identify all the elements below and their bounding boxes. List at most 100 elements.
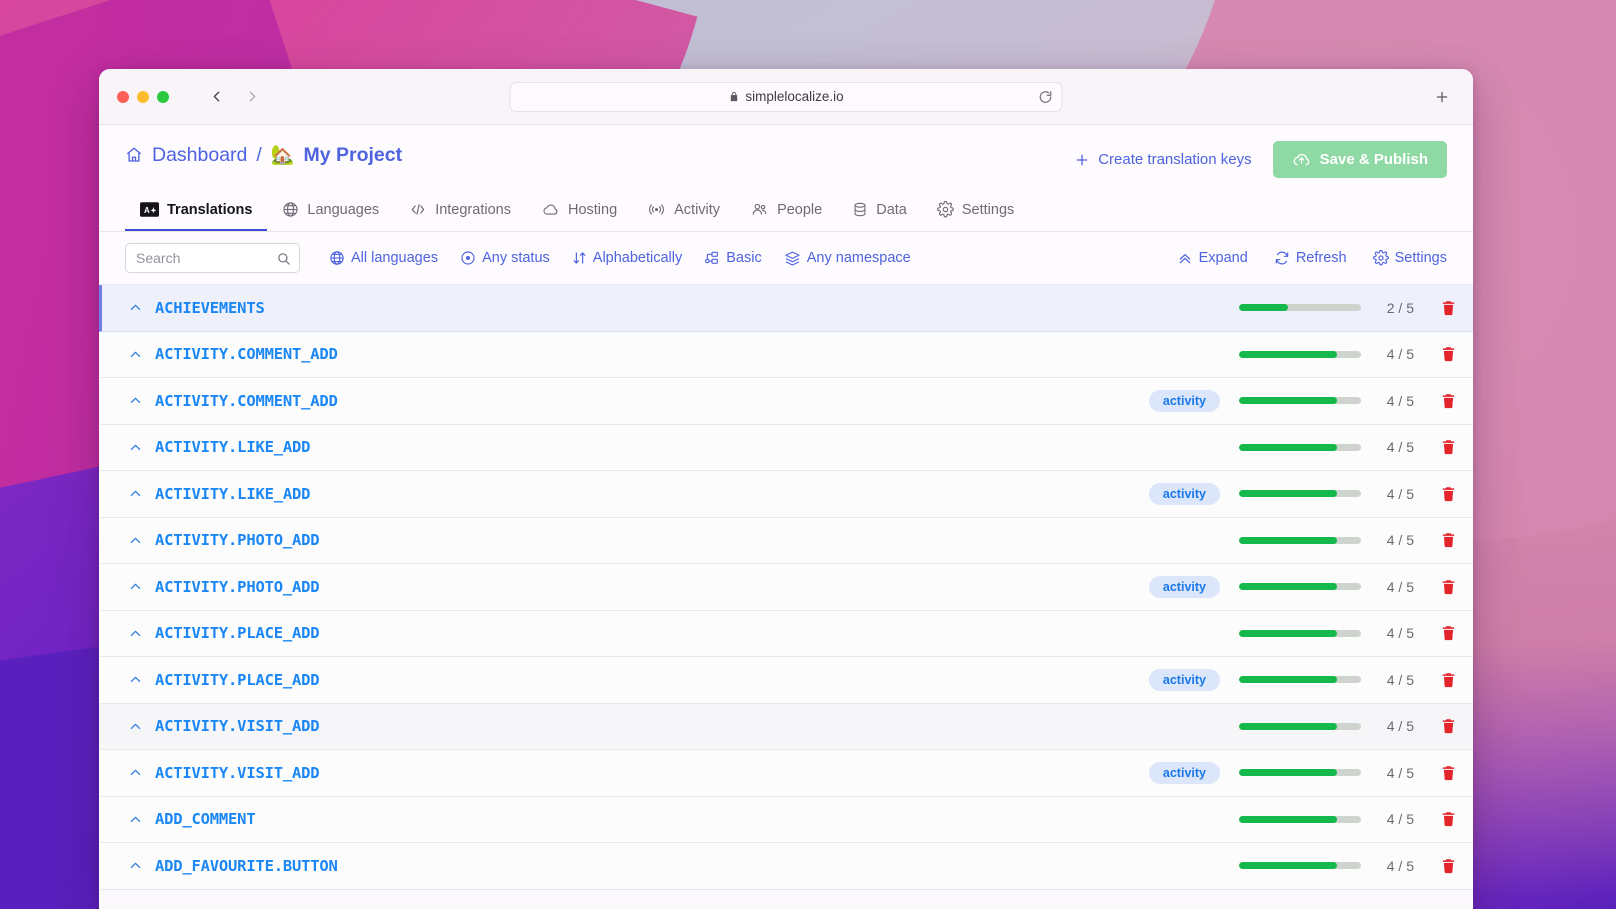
chevron-up-icon[interactable] — [128, 812, 143, 827]
table-settings-button[interactable]: Settings — [1360, 250, 1447, 266]
trash-icon[interactable] — [1440, 392, 1457, 410]
chevron-up-icon[interactable] — [128, 300, 143, 315]
chevron-up-icon[interactable] — [128, 765, 143, 780]
breadcrumb-project-name[interactable]: My Project — [304, 144, 403, 167]
translation-key-row[interactable]: ACTIVITY.VISIT_ADD activity 4 / 5 — [99, 750, 1473, 797]
translation-key-row[interactable]: ACTIVITY.VISIT_ADD 4 / 5 — [99, 703, 1473, 750]
chevron-up-icon[interactable] — [128, 626, 143, 641]
tab-data[interactable]: Data — [837, 191, 922, 231]
translation-key-label[interactable]: ACTIVITY.VISIT_ADD — [155, 717, 320, 735]
translation-key-label[interactable]: ADD_FAVOURITE.BUTTON — [155, 857, 338, 875]
translation-key-label[interactable]: ACTIVITY.PLACE_ADD — [155, 624, 320, 642]
chevron-up-icon[interactable] — [128, 579, 143, 594]
trash-icon[interactable] — [1440, 671, 1457, 689]
tab-translations[interactable]: A ✦ Translations — [125, 192, 268, 231]
chevron-up-icon[interactable] — [128, 440, 143, 455]
translation-key-row[interactable]: ACTIVITY.PLACE_ADD 4 / 5 — [99, 611, 1473, 657]
translation-count: 4 / 5 — [1386, 439, 1414, 456]
trash-icon[interactable] — [1440, 531, 1457, 549]
translation-key-label[interactable]: ACTIVITY.LIKE_ADD — [155, 438, 310, 456]
trash-icon[interactable] — [1440, 578, 1457, 596]
namespace-badge[interactable]: activity — [1148, 761, 1220, 784]
chevron-up-icon[interactable] — [128, 486, 143, 501]
maximize-window-button[interactable] — [157, 90, 169, 103]
translation-progress-bar — [1239, 769, 1361, 777]
forward-button[interactable] — [239, 84, 265, 110]
tab-languages[interactable]: Languages — [267, 191, 394, 231]
tab-integrations[interactable]: Integrations — [394, 191, 526, 231]
refresh-button[interactable]: Refresh — [1261, 250, 1360, 266]
translation-keys-list: ACHIEVEMENTS 2 / 5 ACTIVITY.COMMENT_ADD 4 /… — [99, 285, 1473, 890]
globe-icon — [329, 250, 345, 266]
close-window-button[interactable] — [117, 90, 129, 103]
sort-icon — [572, 250, 587, 266]
target-icon — [460, 250, 476, 266]
address-bar-url: simplelocalize.io — [745, 89, 844, 104]
trash-icon[interactable] — [1440, 717, 1457, 735]
translation-key-row[interactable]: ACTIVITY.PHOTO_ADD activity 4 / 5 — [99, 564, 1473, 611]
translation-key-label[interactable]: ACTIVITY.COMMENT_ADD — [155, 345, 338, 363]
translation-key-label[interactable]: ADD_COMMENT — [155, 810, 256, 828]
filter-sort-order[interactable]: Alphabetically — [561, 250, 693, 266]
translation-key-row[interactable]: ADD_COMMENT 4 / 5 — [99, 797, 1473, 843]
translation-key-label[interactable]: ACTIVITY.COMMENT_ADD — [155, 392, 338, 410]
chevron-up-icon[interactable] — [128, 347, 143, 362]
back-button[interactable] — [203, 84, 229, 110]
translation-key-label[interactable]: ACHIEVEMENTS — [155, 299, 265, 317]
search-box[interactable] — [125, 243, 300, 273]
namespace-badge[interactable]: activity — [1148, 482, 1220, 505]
trash-icon[interactable] — [1440, 624, 1457, 642]
trash-icon[interactable] — [1440, 810, 1457, 828]
code-icon — [409, 201, 427, 218]
tab-activity[interactable]: Activity — [632, 191, 735, 231]
trash-icon[interactable] — [1440, 485, 1457, 503]
save-and-publish-button[interactable]: Save & Publish — [1272, 141, 1447, 178]
trash-icon[interactable] — [1440, 438, 1457, 456]
chevron-up-icon[interactable] — [128, 533, 143, 548]
search-icon[interactable] — [276, 251, 291, 266]
minimize-window-button[interactable] — [137, 90, 149, 103]
translation-key-label[interactable]: ACTIVITY.LIKE_ADD — [155, 485, 310, 503]
namespace-badge[interactable]: activity — [1148, 389, 1220, 412]
filter-view-mode[interactable]: Basic — [693, 250, 772, 266]
translation-key-row[interactable]: ACHIEVEMENTS 2 / 5 — [99, 285, 1473, 332]
filter-any-status[interactable]: Any status — [449, 250, 561, 266]
trash-icon[interactable] — [1440, 299, 1457, 317]
translation-key-row[interactable]: ACTIVITY.COMMENT_ADD 4 / 5 — [99, 332, 1473, 378]
translation-key-row[interactable]: ACTIVITY.LIKE_ADD 4 / 5 — [99, 425, 1473, 471]
filter-any-namespace[interactable]: Any namespace — [773, 250, 922, 267]
chevron-up-icon[interactable] — [128, 719, 143, 734]
translation-key-row[interactable]: ACTIVITY.LIKE_ADD activity 4 / 5 — [99, 471, 1473, 518]
create-translation-keys-button[interactable]: Create translation keys — [1074, 151, 1252, 168]
translation-key-row[interactable]: ACTIVITY.PLACE_ADD activity 4 / 5 — [99, 657, 1473, 704]
translation-key-label[interactable]: ACTIVITY.PLACE_ADD — [155, 671, 320, 689]
reload-icon[interactable] — [1039, 90, 1053, 104]
chevron-up-icon[interactable] — [128, 672, 143, 687]
search-input[interactable] — [126, 250, 299, 266]
translation-key-label[interactable]: ACTIVITY.VISIT_ADD — [155, 764, 320, 782]
expand-all-button[interactable]: Expand — [1164, 250, 1261, 266]
filter-all-languages[interactable]: All languages — [318, 250, 449, 266]
trash-icon[interactable] — [1440, 857, 1457, 875]
tab-hosting[interactable]: Hosting — [526, 191, 632, 231]
trash-icon[interactable] — [1440, 764, 1457, 782]
translation-key-label[interactable]: ACTIVITY.PHOTO_ADD — [155, 531, 320, 549]
translation-key-label[interactable]: ACTIVITY.PHOTO_ADD — [155, 578, 320, 596]
translation-key-row[interactable]: ADD_FAVOURITE.BUTTON 4 / 5 — [99, 843, 1473, 890]
chevron-up-icon[interactable] — [128, 393, 143, 408]
translation-key-row[interactable]: ACTIVITY.COMMENT_ADD activity 4 / 5 — [99, 378, 1473, 425]
namespace-badge[interactable]: activity — [1148, 575, 1220, 598]
new-tab-button[interactable] — [1429, 84, 1455, 110]
trash-icon[interactable] — [1440, 345, 1457, 363]
tab-people[interactable]: People — [735, 191, 837, 231]
home-icon[interactable] — [125, 146, 143, 164]
row-meta: 4 / 5 — [1239, 810, 1473, 828]
chevron-up-icon[interactable] — [128, 858, 143, 873]
address-bar[interactable]: simplelocalize.io — [509, 81, 1063, 112]
translation-progress-bar — [1239, 815, 1361, 823]
breadcrumb-dashboard-link[interactable]: Dashboard — [152, 144, 247, 167]
translation-key-row[interactable]: ACTIVITY.PHOTO_ADD 4 / 5 — [99, 518, 1473, 564]
filter-sort-order-label: Alphabetically — [592, 250, 683, 266]
namespace-badge[interactable]: activity — [1148, 668, 1220, 691]
tab-settings[interactable]: Settings — [922, 191, 1029, 231]
